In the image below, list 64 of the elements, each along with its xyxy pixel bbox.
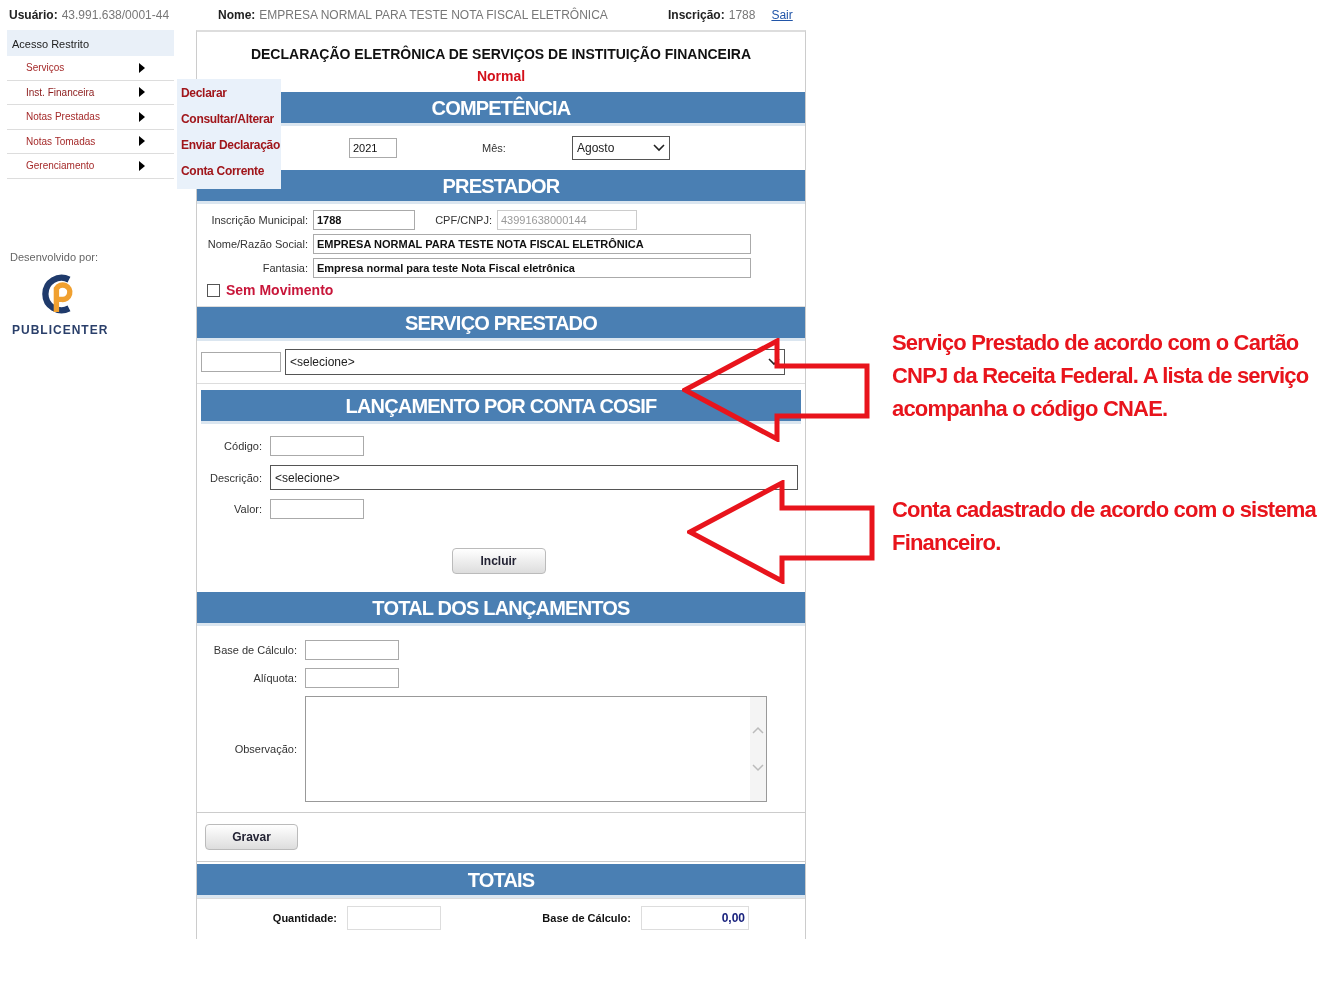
save-button[interactable]: Gravar xyxy=(205,824,298,850)
field-label: Fantasia: xyxy=(261,262,309,274)
submenu-arrow-icon xyxy=(139,160,145,171)
scroll-up-icon[interactable] xyxy=(752,726,764,734)
field-label: Nome/Razão Social: xyxy=(206,238,309,250)
company-name-field[interactable]: EMPRESA NORMAL PARA TESTE NOTA FISCAL ELETRÔNICA xyxy=(313,234,751,254)
annotation-text: Serviço Prestado de acordo com o Cartão CNPJ da Receita Federal. A lista de serviço acompanha o código CNAE. xyxy=(892,329,1310,423)
field-label: Inscrição Municipal: xyxy=(210,214,309,226)
submenu-item[interactable]: Conta Corrente xyxy=(177,158,281,185)
calculation-base-field[interactable] xyxy=(305,640,399,660)
section-header: SERVIÇO PRESTADO xyxy=(197,307,805,341)
calculation-base-total: 0,00 xyxy=(641,906,749,930)
chevron-down-icon xyxy=(653,144,665,152)
no-movement-label: Sem Movimento xyxy=(226,282,334,298)
section-header: TOTAIS xyxy=(197,864,805,898)
registration-value: 1788 xyxy=(728,8,756,22)
sidebar-item[interactable]: Notas Tomadas xyxy=(7,135,139,147)
field-label: Observação: xyxy=(233,743,298,755)
include-button[interactable]: Incluir xyxy=(451,548,546,574)
notes-field[interactable] xyxy=(305,696,767,802)
brand-name: PUBLICENTER xyxy=(11,322,109,337)
field-label: CPF/CNPJ: xyxy=(434,214,493,226)
scroll-down-icon[interactable] xyxy=(752,764,764,772)
field-label: Código: xyxy=(223,440,263,452)
checkbox[interactable] xyxy=(207,283,220,297)
sidebar-title: Acesso Restrito xyxy=(7,30,174,56)
field-label: Alíquota: xyxy=(252,672,298,684)
service-select[interactable]: <selecione> xyxy=(285,349,785,375)
sidebar-item[interactable]: Notas Prestadas xyxy=(7,111,139,123)
logout-link[interactable]: Sair xyxy=(771,8,793,22)
user-label: Usuário: xyxy=(9,8,58,22)
submenu-item[interactable]: Enviar Declaração xyxy=(177,132,281,159)
form-subtitle: Normal xyxy=(475,68,527,84)
field-label: Base de Cálculo: xyxy=(212,644,298,656)
submenu-arrow-icon xyxy=(139,87,145,98)
year-field[interactable]: 2021 xyxy=(349,138,397,158)
sidebar-item[interactable]: Serviços xyxy=(7,62,139,74)
month-select[interactable]: Agosto xyxy=(572,136,670,160)
field-label: Descrição: xyxy=(209,471,263,484)
name-value: EMPRESA NORMAL PARA TESTE NOTA FISCAL ELETRÔNICA xyxy=(259,8,608,22)
sidebar-item[interactable]: Inst. Financeira xyxy=(7,86,139,98)
registration-label: Inscrição: xyxy=(668,8,725,22)
calculation-base-label: Base de Cálculo: xyxy=(541,912,632,924)
description-select[interactable]: <selecione> xyxy=(270,465,798,490)
value-field[interactable] xyxy=(270,499,364,519)
name-label: Nome: xyxy=(218,8,256,22)
month-label: Mês: xyxy=(482,142,507,154)
service-code-field[interactable] xyxy=(201,352,281,372)
section-header: LANÇAMENTO POR CONTA COSIF xyxy=(201,390,801,424)
annotation-text: Conta cadastrado de acordo com o sistema Financeiro. xyxy=(892,496,1318,557)
rate-field[interactable] xyxy=(305,668,399,688)
field-label: Valor: xyxy=(233,503,263,515)
user-value: 43.991.638/0001-44 xyxy=(61,8,170,22)
code-field[interactable] xyxy=(270,436,364,456)
municipal-registration-field[interactable]: 1788 xyxy=(313,210,415,230)
submenu-arrow-icon xyxy=(139,62,145,73)
developer-label: Desenvolvido por: xyxy=(10,250,99,263)
quantity-label: Quantidade: xyxy=(271,912,338,924)
section-header: TOTAL DOS LANÇAMENTOS xyxy=(197,592,805,626)
form-title: DECLARAÇÃO ELETRÔNICA DE SERVIÇOS DE INSTITUIÇÃO FINANCEIRA xyxy=(249,46,753,62)
submenu-arrow-icon xyxy=(139,111,145,122)
submenu-arrow-icon xyxy=(139,136,145,147)
trade-name-field[interactable]: Empresa normal para teste Nota Fiscal eletrônica xyxy=(313,258,751,278)
sidebar-item[interactable]: Gerenciamento xyxy=(7,160,139,172)
